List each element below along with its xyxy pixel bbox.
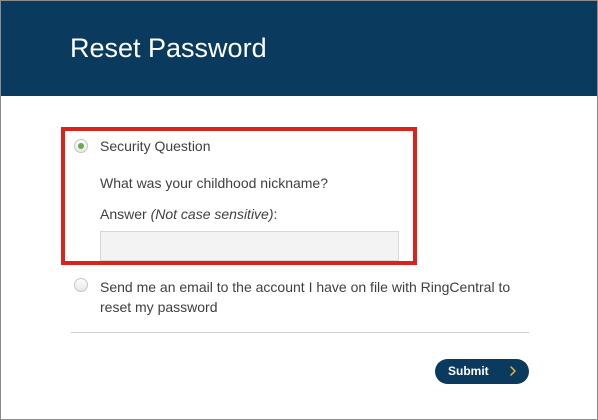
- divider: [71, 332, 529, 333]
- chevron-right-icon: [510, 366, 516, 376]
- email-option-radio[interactable]: [74, 278, 88, 292]
- answer-label: Answer (Not case sensitive):: [100, 205, 277, 223]
- answer-label-text: Answer: [100, 206, 151, 222]
- submit-label: Submit: [448, 364, 489, 378]
- security-question-text: What was your childhood nickname?: [100, 175, 329, 191]
- answer-input[interactable]: [100, 231, 399, 261]
- security-question-radio[interactable]: [74, 139, 88, 153]
- answer-hint: (Not case sensitive): [150, 206, 274, 222]
- page-title: Reset Password: [70, 33, 267, 63]
- header-bar: Reset Password: [1, 1, 597, 96]
- reset-password-dialog: Reset Password Security Question What wa…: [0, 0, 598, 420]
- email-option-label: Send me an email to the account I have o…: [100, 279, 511, 315]
- security-question-label: Security Question: [100, 138, 211, 154]
- answer-label-suffix: :: [273, 206, 278, 222]
- submit-button[interactable]: Submit: [435, 359, 529, 384]
